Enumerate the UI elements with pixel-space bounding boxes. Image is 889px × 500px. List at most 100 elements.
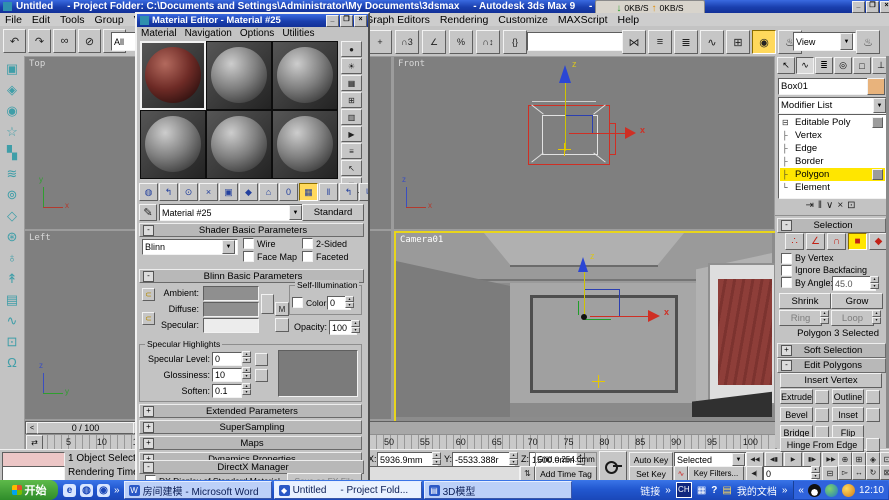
tray-app-icon[interactable] bbox=[841, 483, 855, 497]
self-illumination-color-checkbox[interactable]: Color bbox=[292, 297, 326, 308]
specular-spinner[interactable]: ▴ ▾ bbox=[242, 367, 251, 379]
menu-item[interactable]: Group bbox=[90, 14, 129, 26]
reactor-tool-icon[interactable]: ♁ bbox=[7, 251, 17, 265]
viewport-nav-button[interactable]: ▻ bbox=[838, 465, 852, 480]
specular-field[interactable]: 0.1 bbox=[212, 384, 242, 398]
settings-box-button[interactable] bbox=[815, 407, 830, 422]
settings-box-button[interactable] bbox=[866, 389, 880, 404]
shading-type-dropdown[interactable]: Blinn ▼ bbox=[142, 239, 238, 255]
action-button[interactable]: Inset bbox=[832, 407, 864, 422]
language-indicator[interactable]: CH bbox=[675, 482, 692, 498]
dialog-control-button[interactable]: × bbox=[354, 14, 367, 27]
x-coordinate-field[interactable]: 5936.9mm bbox=[377, 452, 438, 467]
current-frame-field[interactable]: 0 bbox=[763, 466, 817, 481]
by-angle-checkbox[interactable]: By Angle: bbox=[781, 277, 833, 288]
taskbar-task-button[interactable]: ▤ 3D模型 bbox=[423, 481, 572, 499]
toolbar-icon[interactable]: ◉ bbox=[752, 30, 776, 54]
playback-button[interactable]: ◀◀ bbox=[746, 452, 764, 467]
quick-render-button[interactable]: ♨ bbox=[856, 30, 880, 54]
modifier-stack-row[interactable]: └ Element bbox=[780, 181, 885, 194]
command-panel-tab[interactable]: □ bbox=[853, 57, 871, 74]
stack-tool-icon[interactable]: ∨ bbox=[826, 200, 833, 211]
settings-box-button[interactable] bbox=[866, 437, 880, 452]
rollout-soft-selection[interactable]: + Soft Selection bbox=[777, 343, 886, 358]
sample-tool-button[interactable]: ☀ bbox=[341, 58, 362, 74]
tray-chevron[interactable]: » bbox=[782, 485, 788, 496]
expand-icon[interactable]: + bbox=[143, 421, 154, 433]
lock-ambient-diffuse-button[interactable]: ⊂ bbox=[142, 288, 155, 301]
taskbar-task-button[interactable]: ◆ Untitled - Project Fold... bbox=[273, 481, 422, 499]
specular-spinner[interactable]: ▴ ▾ bbox=[242, 351, 251, 363]
material-tool-button[interactable]: × bbox=[199, 183, 218, 201]
self-illumination-spinner[interactable]: ▴ ▾ bbox=[345, 296, 354, 308]
opacity-spinner[interactable]: ▴ ▾ bbox=[351, 320, 360, 333]
collapse-icon[interactable]: - bbox=[143, 224, 154, 236]
x-spinner[interactable]: ▴ ▾ bbox=[432, 452, 441, 465]
gizmo-z-arrowhead[interactable] bbox=[578, 257, 588, 272]
toolbar-icon[interactable]: ⊞ bbox=[726, 30, 750, 54]
sub-object-toggle-icon[interactable] bbox=[872, 169, 883, 180]
playback-button[interactable]: ▶ bbox=[784, 452, 802, 467]
links-chevron[interactable]: » bbox=[665, 485, 671, 496]
dialog-menu-item[interactable]: Utilities bbox=[278, 28, 318, 39]
stack-tool-icon[interactable]: ⇥ bbox=[805, 200, 813, 211]
ambient-color-swatch[interactable] bbox=[203, 286, 259, 301]
quick-launch-chevron[interactable]: » bbox=[114, 485, 120, 496]
set-key-button[interactable]: Set Key bbox=[629, 466, 673, 481]
modifier-stack-row[interactable]: ├ Vertex bbox=[780, 129, 885, 142]
material-editor-dialog[interactable]: Material Editor - Material #25 _ ❐ × Mater… bbox=[135, 12, 370, 490]
render-type-dropdown[interactable]: View ▼ bbox=[793, 32, 856, 51]
material-tool-button[interactable]: ↰ bbox=[159, 183, 178, 201]
specular-color-swatch[interactable] bbox=[203, 318, 259, 333]
reactor-tool-icon[interactable]: ⊚ bbox=[7, 188, 18, 202]
reactor-tool-icon[interactable]: ◈ bbox=[7, 83, 17, 97]
qq-tray-icon[interactable] bbox=[807, 483, 821, 497]
material-tool-button[interactable]: ‖ bbox=[319, 183, 338, 201]
reactor-tool-icon[interactable]: ▣ bbox=[6, 62, 18, 76]
sub-object-mode-button[interactable]: ∴ bbox=[785, 233, 804, 250]
menu-item[interactable]: Customize bbox=[493, 14, 553, 26]
menu-item[interactable]: Edit bbox=[27, 14, 55, 26]
material-tool-button[interactable]: ◆ bbox=[239, 183, 258, 201]
viewport-label[interactable]: Front bbox=[398, 59, 425, 69]
expand-icon[interactable]: + bbox=[781, 345, 792, 356]
gizmo-plane-handle[interactable] bbox=[585, 289, 620, 317]
diffuse-color-swatch[interactable] bbox=[203, 302, 259, 317]
reactor-tool-icon[interactable]: ☆ bbox=[6, 125, 18, 139]
material-type-button[interactable]: Standard bbox=[302, 204, 364, 221]
gizmo-z-arrowhead[interactable] bbox=[559, 65, 571, 83]
material-sample-slot[interactable] bbox=[272, 110, 338, 179]
action-button[interactable]: Extrude bbox=[780, 389, 814, 404]
material-sample-slot[interactable] bbox=[140, 110, 206, 179]
stack-tool-icon[interactable]: × bbox=[837, 200, 843, 211]
toolbar-icon[interactable]: ∠ bbox=[422, 30, 446, 54]
selection-lock-toggle[interactable]: ⇅ bbox=[520, 466, 535, 481]
playback-button[interactable]: ◀▮ bbox=[765, 452, 783, 467]
dropdown-arrow-icon[interactable]: ▼ bbox=[222, 240, 235, 254]
material-sample-slot[interactable] bbox=[206, 41, 272, 110]
loop-button[interactable]: Loop bbox=[831, 310, 874, 326]
toolbar-icon[interactable]: ∿ bbox=[700, 30, 724, 54]
viewport-camera01[interactable]: z x Camera01 bbox=[394, 231, 778, 423]
menu-item[interactable]: MAXScript bbox=[553, 14, 613, 26]
shader-checkbox[interactable]: Wire bbox=[243, 238, 302, 249]
modifier-stack-row[interactable]: ⊟ Editable Poly bbox=[780, 116, 885, 129]
diffuse-map-button[interactable]: M bbox=[275, 302, 289, 316]
rollout-collapsed[interactable]: + Maps bbox=[139, 436, 362, 450]
collapse-icon[interactable]: - bbox=[781, 220, 792, 231]
reactor-tool-icon[interactable]: Ω bbox=[7, 356, 17, 370]
collapse-icon[interactable]: - bbox=[781, 360, 792, 371]
dropdown-arrow-icon[interactable]: ▼ bbox=[840, 33, 853, 50]
reactor-tool-icon[interactable]: ▚ bbox=[7, 146, 17, 160]
menu-item[interactable]: Tools bbox=[55, 14, 90, 26]
reactor-tool-icon[interactable]: ⊡ bbox=[7, 335, 18, 349]
toolbar-icon[interactable]: ↶ bbox=[3, 29, 26, 53]
shrink-button[interactable]: Shrink bbox=[779, 293, 831, 309]
network-tray-icon[interactable] bbox=[824, 483, 838, 497]
window-control-button[interactable]: × bbox=[880, 1, 889, 13]
key-filters-button[interactable]: Key Filters... bbox=[688, 466, 744, 481]
grow-button[interactable]: Grow bbox=[831, 293, 883, 309]
settings-box-button[interactable] bbox=[866, 407, 880, 422]
menu-item[interactable]: File bbox=[0, 14, 27, 26]
gizmo-plane-handle[interactable] bbox=[566, 115, 593, 134]
